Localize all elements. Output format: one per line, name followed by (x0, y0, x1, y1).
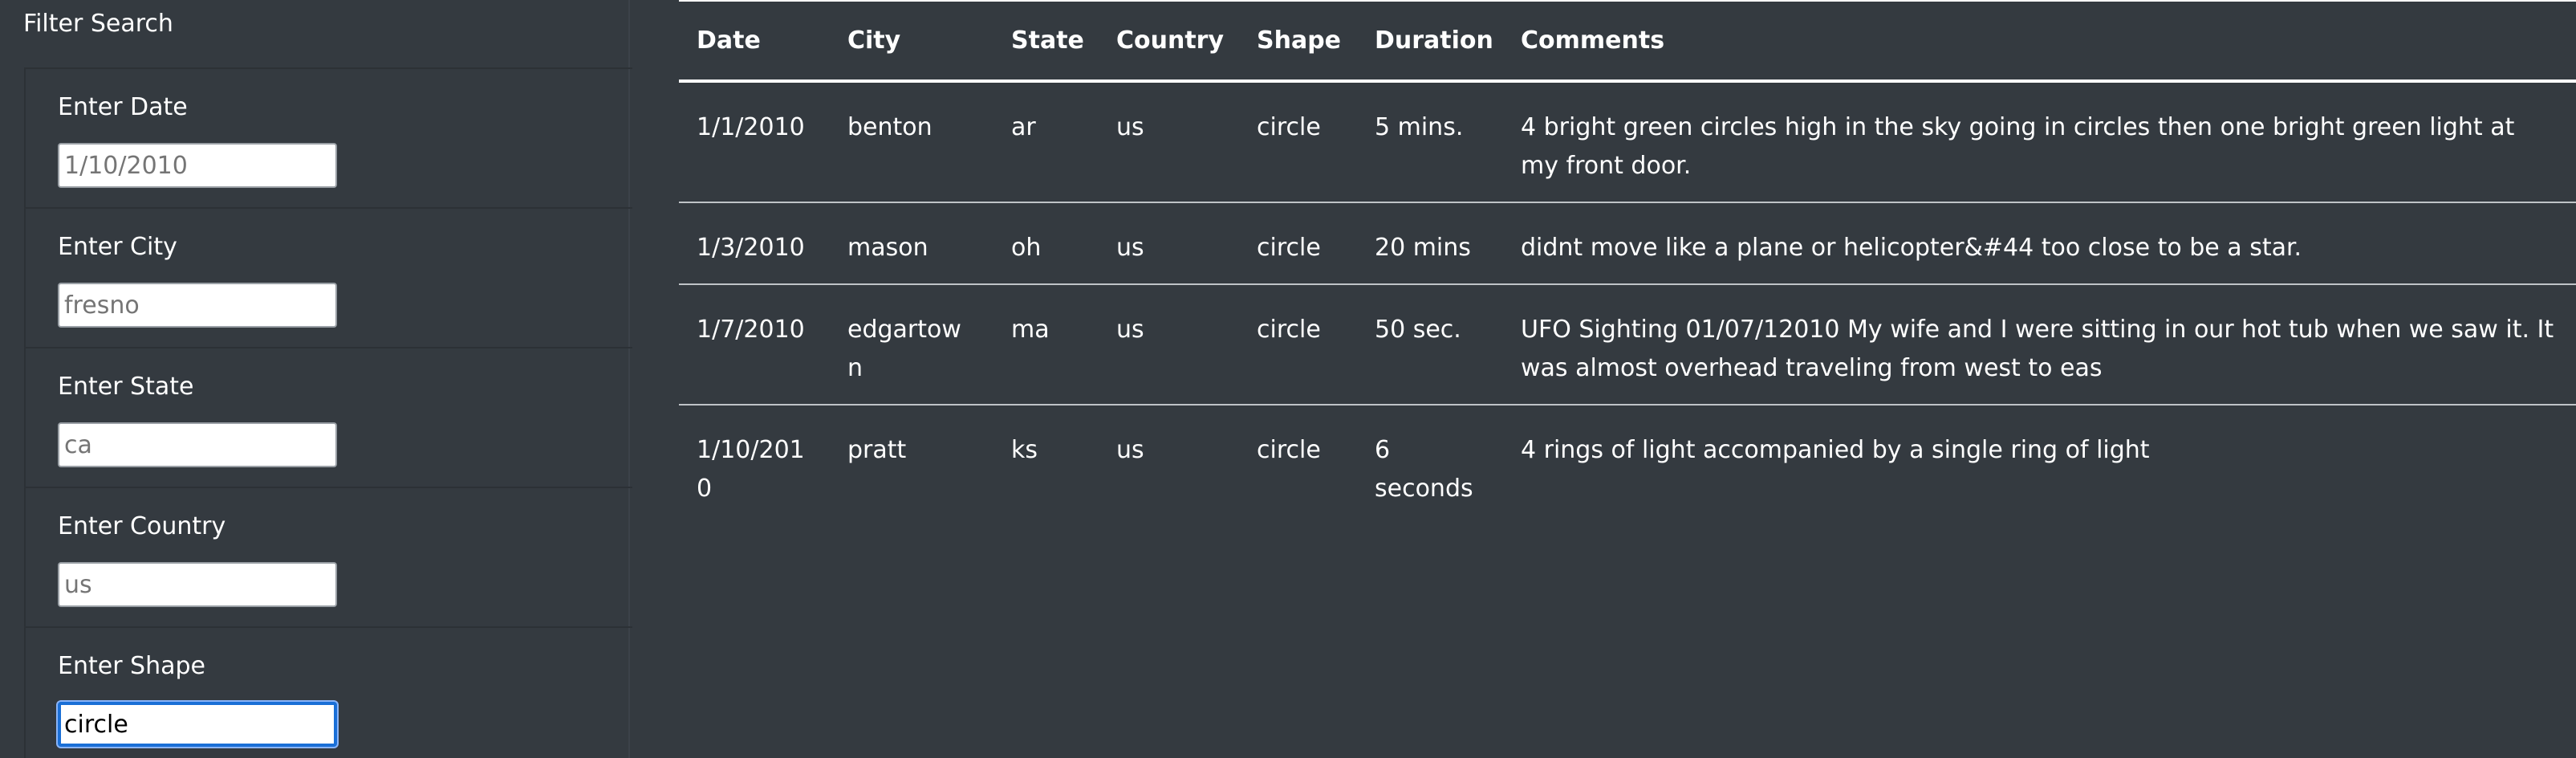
cell-duration: 6 seconds (1375, 436, 1473, 503)
date-input[interactable] (58, 143, 337, 188)
cell-date: 1/1/2010 (697, 113, 805, 141)
country-input[interactable] (58, 562, 337, 607)
filter-list: Enter Date Enter City Enter State Enter … (24, 67, 632, 758)
city-input[interactable] (58, 283, 337, 328)
header-duration: Duration (1375, 26, 1493, 55)
cell-state: ar (1011, 113, 1036, 141)
cell-date: 1/10/2010 (697, 436, 805, 503)
shape-input[interactable] (58, 702, 337, 747)
cell-state: ma (1011, 316, 1050, 344)
cell-country: us (1116, 316, 1144, 344)
header-city: City (847, 26, 901, 55)
results-area: Date City State Country Shape Duration C… (679, 0, 2576, 524)
cell-duration: 5 mins. (1375, 113, 1464, 141)
cell-city: edgartown (847, 316, 961, 382)
cell-date: 1/3/2010 (697, 234, 805, 262)
table-row: 1/1/2010 benton ar us circle 5 mins. 4 b… (679, 81, 2576, 202)
table-row: 1/3/2010 mason oh us circle 20 mins didn… (679, 202, 2576, 284)
table-header: Date City State Country Shape Duration C… (679, 1, 2576, 81)
cell-country: us (1116, 113, 1144, 141)
table-body: 1/1/2010 benton ar us circle 5 mins. 4 b… (679, 81, 2576, 524)
sidebar-title: Filter Search (23, 10, 173, 38)
cell-comments: UFO Sighting 01/07/12010 My wife and I w… (1521, 316, 2554, 382)
cell-duration: 50 sec. (1375, 316, 1461, 344)
header-country: Country (1116, 26, 1225, 55)
cell-comments: 4 bright green circles high in the sky g… (1521, 113, 2515, 180)
state-input[interactable] (58, 422, 337, 467)
cell-country: us (1116, 436, 1144, 464)
cell-state: ks (1011, 436, 1038, 464)
filter-item-country: Enter Country (26, 488, 632, 628)
cell-shape: circle (1257, 436, 1321, 464)
cell-comments: didnt move like a plane or helicopter&#4… (1521, 234, 2302, 262)
cell-shape: circle (1257, 316, 1321, 344)
cell-shape: circle (1257, 234, 1321, 262)
filter-item-city: Enter City (26, 209, 632, 348)
header-comments: Comments (1521, 26, 1665, 55)
city-label: Enter City (58, 233, 177, 261)
header-shape: Shape (1257, 26, 1342, 55)
ufo-table: Date City State Country Shape Duration C… (679, 0, 2576, 524)
cell-country: us (1116, 234, 1144, 262)
ufo-sightings-page: Filter Search Enter Date Enter City Ente… (0, 0, 2576, 758)
filter-item-state: Enter State (26, 348, 632, 488)
table-row: 1/10/2010 pratt ks us circle 6 seconds 4… (679, 405, 2576, 524)
shape-label: Enter Shape (58, 652, 205, 680)
header-state: State (1011, 26, 1084, 55)
filter-sidebar: Filter Search Enter Date Enter City Ente… (0, 0, 632, 758)
cell-shape: circle (1257, 113, 1321, 141)
cell-date: 1/7/2010 (697, 316, 805, 344)
cell-city: pratt (847, 436, 907, 464)
state-label: Enter State (58, 373, 194, 401)
filter-item-date: Enter Date (26, 69, 632, 209)
cell-city: benton (847, 113, 932, 141)
header-row: Date City State Country Shape Duration C… (679, 1, 2576, 81)
header-date: Date (697, 26, 761, 55)
table-row: 1/7/2010 edgartown ma us circle 50 sec. … (679, 284, 2576, 405)
cell-duration: 20 mins (1375, 234, 1471, 262)
cell-city: mason (847, 234, 928, 262)
cell-comments: 4 rings of light accompanied by a single… (1521, 436, 2150, 464)
country-label: Enter Country (58, 512, 226, 540)
cell-state: oh (1011, 234, 1042, 262)
date-label: Enter Date (58, 93, 188, 121)
filter-item-shape: Enter Shape (26, 628, 632, 758)
